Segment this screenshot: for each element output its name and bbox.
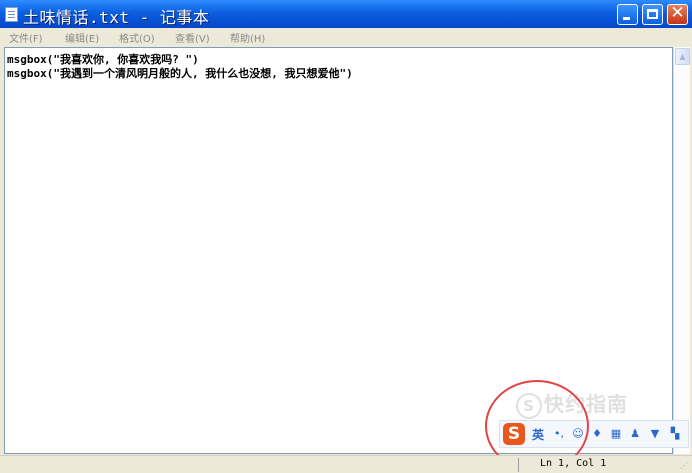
close-button[interactable]: ✕ — [667, 3, 688, 25]
status-divider — [518, 458, 519, 472]
toolbox-icon[interactable]: ▚ — [668, 427, 682, 441]
scroll-up-arrow-icon[interactable]: ▲ — [675, 48, 690, 65]
minimize-button[interactable] — [617, 4, 638, 25]
maximize-button[interactable] — [642, 4, 663, 25]
notepad-window: 土味情话.txt - 记事本 ✕ 文件(F) 编辑(E) 格式(O) 查看(V)… — [0, 0, 692, 473]
title-bar[interactable]: 土味情话.txt - 记事本 ✕ — [0, 0, 692, 28]
window-title: 土味情话.txt - 记事本 — [23, 8, 210, 27]
menu-bar: 文件(F) 编辑(E) 格式(O) 查看(V) 帮助(H) — [0, 28, 692, 46]
vertical-scrollbar[interactable]: ▲ — [673, 47, 690, 454]
notepad-icon[interactable] — [5, 7, 18, 22]
menu-view[interactable]: 查看(V) — [175, 30, 210, 45]
menu-edit[interactable]: 编辑(E) — [65, 30, 99, 45]
skin-icon[interactable]: ▼ — [648, 427, 662, 441]
menu-format[interactable]: 格式(O) — [119, 30, 155, 45]
user-icon[interactable]: ♟ — [628, 427, 642, 441]
close-icon: ✕ — [670, 3, 685, 23]
status-bar: Ln 1, Col 1 ⋰ — [0, 455, 692, 473]
keyboard-icon[interactable]: ▦ — [609, 427, 623, 441]
text-line[interactable]: msgbox("我遇到一个清风明月般的人, 我什么也没想, 我只想爱他") — [7, 65, 353, 81]
menu-help[interactable]: 帮助(H) — [230, 30, 265, 45]
menu-file[interactable]: 文件(F) — [9, 30, 43, 45]
minimize-icon — [623, 17, 630, 20]
cursor-position: Ln 1, Col 1 — [540, 458, 607, 469]
resize-grip-icon[interactable]: ⋰ — [680, 461, 690, 471]
maximize-icon — [647, 9, 658, 19]
microphone-icon[interactable]: ♦ — [590, 427, 604, 441]
